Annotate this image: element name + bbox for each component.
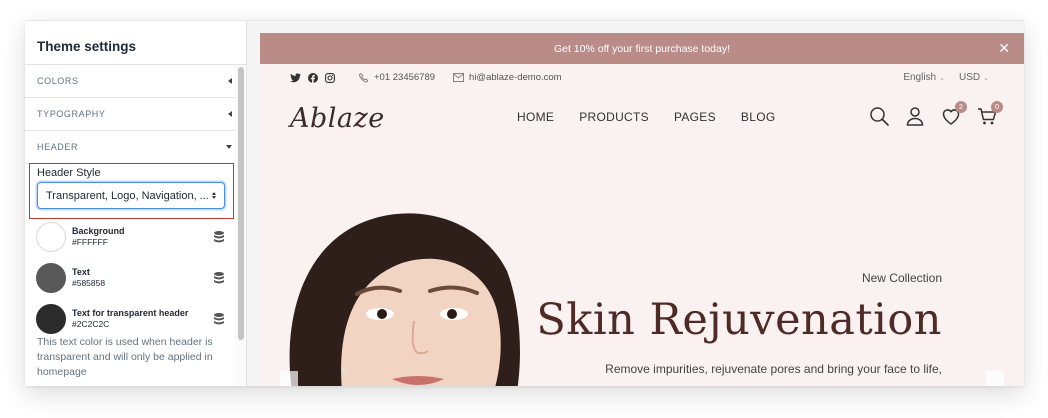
header-style-select[interactable]: Transparent, Logo, Navigation, ... (37, 182, 225, 209)
nav-icons: 2 0 (868, 101, 1003, 127)
color-hex: #FFFFFF (72, 237, 108, 247)
main-menu: HOME PRODUCTS PAGES BLOG (517, 110, 775, 124)
currency-selector[interactable]: USD ⌄ (959, 72, 989, 83)
section-header-label: HEADER (37, 142, 79, 152)
menu-item-products[interactable]: PRODUCTS (579, 110, 649, 124)
menu-item-blog[interactable]: BLOG (741, 110, 776, 124)
store-navbar: Ablaze HOME PRODUCTS PAGES BLOG 2 0 (260, 91, 1024, 143)
hero-subtitle: New Collection (861, 271, 942, 285)
help-text: This text color is used when header is t… (37, 336, 213, 378)
cart-button[interactable]: 0 (976, 101, 1003, 127)
theme-editor-window: Theme settings COLORS TYPOGRAPHY HEADER … (25, 20, 1024, 386)
mail-icon (453, 73, 464, 82)
theme-settings-sidebar: Theme settings COLORS TYPOGRAPHY HEADER … (25, 21, 247, 386)
language-selector[interactable]: English ⌄ (903, 72, 945, 83)
color-name: Text (72, 267, 90, 277)
section-colors-label: COLORS (37, 76, 79, 86)
caret-left-icon (228, 111, 232, 117)
store-preview: Get 10% off your first purchase today! ✕… (260, 33, 1024, 386)
color-setting-background: Background #FFFFFF (36, 222, 226, 252)
hero-section: New Collection Skin Rejuvenation Remove … (260, 143, 1024, 386)
color-swatch[interactable] (36, 222, 66, 252)
wishlist-button[interactable]: 2 (940, 101, 967, 127)
select-arrows-icon (212, 192, 216, 199)
slide-next-button[interactable] (986, 371, 1004, 386)
section-header[interactable]: HEADER (25, 131, 246, 164)
color-setting-text: Text #585858 (36, 263, 226, 293)
color-swatch[interactable] (36, 263, 66, 293)
caret-down-icon (226, 145, 232, 149)
currency-value: USD (959, 72, 981, 83)
color-name: Background (72, 226, 125, 236)
color-swatch[interactable] (36, 304, 66, 334)
section-typography[interactable]: TYPOGRAPHY (25, 98, 246, 131)
email-contact: hi@ablaze-demo.com (453, 72, 562, 83)
color-setting-transparent-text: Text for transparent header #2C2C2C (36, 304, 226, 334)
wishlist-count-badge: 2 (955, 101, 967, 113)
locale-selectors: English ⌄ USD ⌄ (903, 72, 989, 83)
database-icon[interactable] (212, 312, 226, 326)
announcement-bar: Get 10% off your first purchase today! ✕ (260, 33, 1024, 64)
color-hex: #2C2C2C (72, 319, 110, 329)
header-style-label: Header Style (37, 167, 101, 179)
user-icon[interactable] (904, 105, 926, 127)
hero-title: Skin Rejuvenation (536, 295, 942, 345)
color-name: Text for transparent header (72, 308, 189, 318)
menu-item-home[interactable]: HOME (517, 110, 554, 124)
section-typography-label: TYPOGRAPHY (37, 109, 106, 119)
slide-prev-button[interactable] (280, 371, 298, 386)
sidebar-title: Theme settings (25, 21, 246, 65)
caret-left-icon (228, 78, 232, 84)
close-icon[interactable]: ✕ (998, 40, 1010, 56)
store-logo[interactable]: Ablaze (290, 103, 385, 134)
phone-icon (359, 72, 369, 83)
hero-model-image (289, 213, 520, 386)
facebook-icon[interactable] (308, 72, 318, 83)
top-bar: +01 23456789 hi@ablaze-demo.com English ⌄… (260, 64, 1024, 91)
social-links (290, 72, 335, 83)
email-address[interactable]: hi@ablaze-demo.com (469, 72, 562, 83)
twitter-icon[interactable] (290, 72, 301, 83)
scrollbar-thumb[interactable] (238, 67, 244, 340)
chevron-down-icon: ⌄ (983, 75, 989, 82)
section-colors[interactable]: COLORS (25, 65, 246, 98)
phone-contact: +01 23456789 (359, 72, 435, 83)
instagram-icon[interactable] (325, 72, 335, 83)
color-hex: #585858 (72, 278, 106, 288)
database-icon[interactable] (212, 271, 226, 285)
hero-description: Remove impurities, rejuvenate pores and … (605, 362, 942, 376)
phone-number[interactable]: +01 23456789 (374, 72, 435, 83)
database-icon[interactable] (212, 230, 226, 244)
cart-count-badge: 0 (991, 101, 1003, 113)
language-value: English (903, 72, 937, 83)
header-style-value: Transparent, Logo, Navigation, ... (46, 189, 208, 202)
menu-item-pages[interactable]: PAGES (674, 110, 716, 124)
announcement-text: Get 10% off your first purchase today! (553, 42, 731, 55)
chevron-down-icon: ⌄ (939, 75, 945, 82)
search-icon[interactable] (868, 105, 890, 127)
